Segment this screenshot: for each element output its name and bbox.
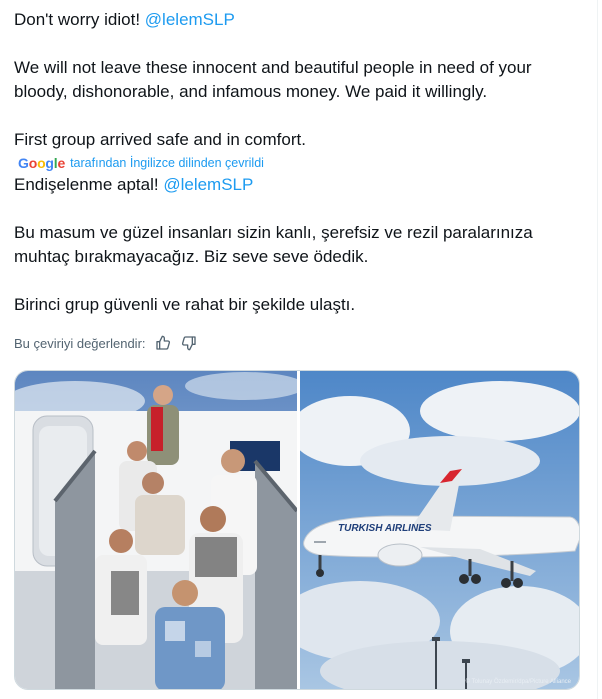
google-logo-letter: G: [18, 154, 29, 171]
photo-plane-in-flight[interactable]: TURKISH AIRLINES © Tolunay Özdemir/dpa/P…: [300, 371, 579, 689]
photo-credit: © Tolunay Özdemir/dpa/Picture Alliance: [465, 679, 571, 685]
media-grid: TURKISH AIRLINES © Tolunay Özdemir/dpa/P…: [14, 370, 580, 690]
original-line-1: Don't worry idiot! @lelemSLP: [14, 8, 582, 32]
translated-paragraph-2: Bu masum ve güzel insanları sizin kanlı,…: [14, 223, 533, 266]
plane-livery-text: TURKISH AIRLINES: [338, 523, 432, 534]
rate-translation-label: Bu çeviriyi değerlendir:: [14, 335, 146, 351]
mention-link-translated[interactable]: @lelemSLP: [163, 175, 253, 194]
translated-line-1-text: Endişelenme aptal!: [14, 175, 164, 194]
translated-paragraph-3: Birinci grup güvenli ve rahat bir şekild…: [14, 295, 356, 314]
turkish-airlines-plane-in-flight-photo: TURKISH AIRLINES: [300, 371, 579, 689]
thumbs-up-icon[interactable]: [155, 335, 171, 351]
photo-people-on-stairs[interactable]: [15, 371, 297, 689]
column-divider: [597, 0, 598, 699]
original-paragraph-3: First group arrived safe and in comfort.: [14, 130, 306, 149]
mention-link[interactable]: @lelemSLP: [145, 10, 235, 29]
people-descending-airplane-stairs-photo: [15, 371, 297, 689]
google-logo: Google: [18, 155, 65, 171]
rate-translation: Bu çeviriyi değerlendir:: [14, 333, 582, 353]
original-paragraph-2: We will not leave these innocent and bea…: [14, 58, 532, 101]
translated-line-1: Endişelenme aptal! @lelemSLP: [14, 173, 582, 197]
google-logo-letter: e: [57, 154, 66, 171]
thumbs-down-icon[interactable]: [181, 335, 197, 351]
google-logo-letter: o: [28, 154, 38, 171]
translation-attribution-text[interactable]: tarafından İngilizce dilinden çevrildi: [70, 156, 264, 170]
original-line-1-text: Don't worry idiot!: [14, 10, 145, 29]
translation-attribution: Google tarafından İngilizce dilinden çev…: [14, 152, 582, 173]
tweet-body: Don't worry idiot! @lelemSLP We will not…: [14, 0, 582, 353]
google-logo-letter: g: [45, 154, 54, 171]
google-logo-letter: o: [37, 154, 46, 171]
